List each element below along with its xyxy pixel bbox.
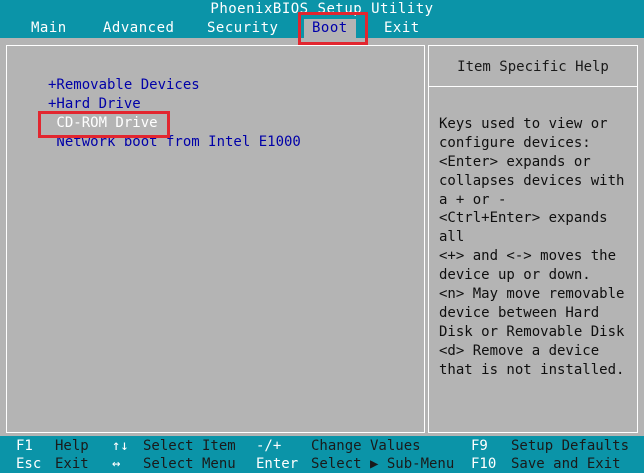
key-legend-footer: F1 Help ↑↓ Select Item -/+ Change Values… bbox=[0, 436, 644, 473]
help-line: collapses devices with bbox=[439, 173, 625, 189]
help-line: configure devices: bbox=[439, 135, 591, 151]
help-line: <n> May move removable bbox=[439, 286, 625, 302]
key-left-right: ↔ bbox=[112, 456, 121, 472]
key-minus-plus-desc: Change Values bbox=[311, 438, 421, 454]
key-enter-desc: Select ▶ Sub-Menu bbox=[311, 456, 455, 472]
menu-main[interactable]: Main bbox=[31, 19, 67, 38]
help-line: that is not installed. bbox=[439, 362, 625, 378]
help-line: <+> and <-> moves the bbox=[439, 248, 617, 264]
boot-item-removable-devices[interactable]: +Removable Devices bbox=[48, 76, 200, 95]
key-esc-desc: Exit bbox=[55, 456, 89, 472]
key-f1: F1 bbox=[16, 438, 33, 454]
help-line: device up or down. bbox=[439, 267, 591, 283]
help-line: Keys used to view or bbox=[439, 116, 608, 132]
key-f10: F10 bbox=[471, 456, 497, 472]
key-f10-desc: Save and Exit bbox=[511, 456, 621, 472]
menu-advanced[interactable]: Advanced bbox=[103, 19, 174, 38]
key-up-down-desc: Select Item bbox=[143, 438, 236, 454]
key-f1-desc: Help bbox=[55, 438, 89, 454]
key-f9: F9 bbox=[471, 438, 488, 454]
help-line: a + or - bbox=[439, 192, 507, 208]
menu-exit[interactable]: Exit bbox=[384, 19, 420, 38]
key-left-right-desc: Select Menu bbox=[143, 456, 236, 472]
menu-security[interactable]: Security bbox=[207, 19, 278, 38]
help-line: <Enter> expands or bbox=[439, 154, 591, 170]
key-minus-plus: -/+ bbox=[256, 438, 282, 454]
help-line: device between Hard bbox=[439, 305, 600, 321]
help-line: all bbox=[439, 229, 465, 245]
help-line: <d> Remove a device bbox=[439, 343, 600, 359]
help-line: <Ctrl+Enter> expands bbox=[439, 210, 608, 226]
key-enter: Enter bbox=[256, 456, 299, 472]
key-up-down: ↑↓ bbox=[112, 438, 129, 454]
highlight-box-boot bbox=[298, 12, 368, 45]
help-title: Item Specific Help bbox=[429, 46, 637, 87]
highlight-box-cd-rom bbox=[38, 111, 170, 138]
help-line: Disk or Removable Disk bbox=[439, 324, 625, 340]
key-f9-desc: Setup Defaults bbox=[511, 438, 630, 454]
key-esc: Esc bbox=[16, 456, 42, 472]
